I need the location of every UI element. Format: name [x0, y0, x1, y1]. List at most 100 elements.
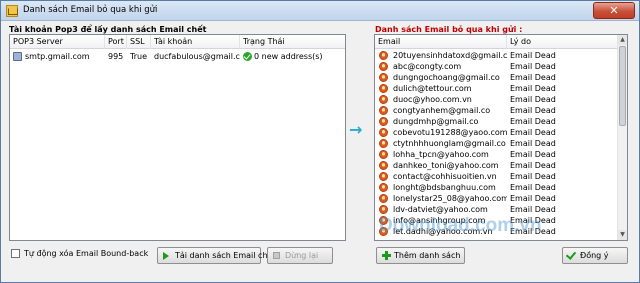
- email-list-item[interactable]: abc@congty.com Email Dead: [375, 61, 618, 72]
- email-cell: 20tuyensinhdatoxd@gmail.co: [393, 51, 507, 60]
- reason-cell: Email Dead: [510, 194, 556, 203]
- email-list-item[interactable]: lohha_tpcn@yahoo.com Email Dead: [375, 149, 618, 160]
- column-header-status[interactable]: Trạng Thái: [240, 35, 345, 49]
- reason-cell: Email Dead: [510, 183, 556, 192]
- email-list-item[interactable]: dulich@tettour.com Email Dead: [375, 83, 618, 94]
- user-dead-icon: [379, 84, 388, 93]
- user-dead-icon: [379, 172, 388, 181]
- user-dead-icon: [379, 205, 388, 214]
- email-list-item[interactable]: longht@bdsbanghuu.com Email Dead: [375, 182, 618, 193]
- server-cell: smtp.gmail.com: [25, 52, 90, 61]
- reason-cell: Email Dead: [510, 128, 556, 137]
- download-dead-emails-button[interactable]: Tải danh sách Email chết: [157, 247, 276, 264]
- column-header-reason[interactable]: Lý do: [507, 35, 619, 49]
- scroll-thumb[interactable]: [619, 46, 626, 126]
- checkmark-icon: [565, 249, 577, 260]
- email-cell: cobevotu191288@yaoo.com: [393, 128, 507, 137]
- ok-button[interactable]: Đồng ý: [562, 247, 628, 264]
- user-dead-icon: [379, 139, 388, 148]
- user-dead-icon: [379, 194, 388, 203]
- status-cell: 0 new address(s): [240, 51, 345, 62]
- column-header-account[interactable]: Tài khoản: [151, 35, 240, 49]
- reason-cell: Email Dead: [510, 161, 556, 170]
- success-check-icon: [243, 52, 252, 61]
- email-cell: dungngochoang@gmail.co: [393, 73, 500, 82]
- user-dead-icon: [379, 150, 388, 159]
- email-list-item[interactable]: dungngochoang@gmail.co Email Dead: [375, 72, 618, 83]
- email-skip-list-window: Danh sách Email bỏ qua khi gửi ✕ Tài kho…: [0, 0, 640, 283]
- auto-delete-checkbox[interactable]: [11, 249, 20, 258]
- email-cell: abc@congty.com: [393, 62, 462, 71]
- stop-icon: [273, 252, 280, 259]
- arrow-right-icon: →: [349, 120, 363, 139]
- add-button-label: Thêm danh sách: [394, 251, 461, 260]
- email-list-item[interactable]: congtyanhem@gmail.co Email Dead: [375, 105, 618, 116]
- column-header-port[interactable]: Port: [105, 35, 127, 49]
- window-title: Danh sách Email bỏ qua khi gửi: [23, 5, 158, 15]
- column-header-pop3-server[interactable]: POP3 Server: [10, 35, 105, 49]
- stop-button[interactable]: Dừng lại: [267, 247, 333, 264]
- user-dead-icon: [379, 117, 388, 126]
- port-cell: 995: [108, 52, 124, 61]
- reason-cell: Email Dead: [510, 106, 556, 115]
- column-header-ssl[interactable]: SSL: [127, 35, 151, 49]
- pop3-list-header: POP3 Server Port SSL Tài khoản Trạng Thá…: [10, 35, 345, 49]
- email-cell: longht@bdsbanghuu.com: [393, 183, 496, 192]
- plus-icon: [382, 251, 391, 260]
- email-cell: congtyanhem@gmail.co: [393, 106, 491, 115]
- email-list-item[interactable]: danhkeo_toni@yahoo.com Email Dead: [375, 160, 618, 171]
- user-dead-icon: [379, 95, 388, 104]
- email-cell: lonelystar25_08@yahoo.com: [393, 194, 507, 203]
- email-cell: contact@cohhisuoitien.vn: [393, 172, 497, 181]
- title-bar[interactable]: Danh sách Email bỏ qua khi gửi ✕: [1, 1, 639, 21]
- column-header-email[interactable]: Email: [375, 35, 507, 49]
- email-list-item[interactable]: 20tuyensinhdatoxd@gmail.co Email Dead: [375, 50, 618, 61]
- reason-cell: Email Dead: [510, 139, 556, 148]
- user-dead-icon: [379, 128, 388, 137]
- scroll-down-icon[interactable]: ▼: [618, 230, 627, 240]
- email-cell: lohha_tpcn@yahoo.com: [393, 150, 489, 159]
- ssl-cell: True: [130, 52, 147, 61]
- email-list-item[interactable]: contact@cohhisuoitien.vn Email Dead: [375, 171, 618, 182]
- reason-cell: Email Dead: [510, 62, 556, 71]
- table-row[interactable]: smtp.gmail.com 995 True ducfabulous@gmai…: [10, 51, 345, 62]
- email-list-item[interactable]: duoc@yhoo.com.vn Email Dead: [375, 94, 618, 105]
- email-cell: ctytnhhhuonglam@gmail.co: [393, 139, 506, 148]
- vertical-scrollbar[interactable]: ▲ ▼: [617, 35, 627, 240]
- user-dead-icon: [379, 73, 388, 82]
- email-list-item[interactable]: ldv-datviet@yahoo.com Email Dead: [375, 204, 618, 215]
- email-list-item[interactable]: cobevotu191288@yaoo.com Email Dead: [375, 127, 618, 138]
- email-cell: danhkeo_toni@yahoo.com: [393, 161, 499, 170]
- pop3-accounts-list[interactable]: POP3 Server Port SSL Tài khoản Trạng Thá…: [9, 34, 346, 241]
- reason-cell: Email Dead: [510, 95, 556, 104]
- skip-list-header: Email Lý do: [375, 35, 627, 49]
- watermark: Download.com.vn: [379, 215, 542, 236]
- scroll-up-icon[interactable]: ▲: [618, 35, 627, 45]
- user-dead-icon: [379, 161, 388, 170]
- user-dead-icon: [379, 106, 388, 115]
- mail-app-icon: [6, 5, 18, 17]
- email-list-item[interactable]: ctytnhhhuonglam@gmail.co Email Dead: [375, 138, 618, 149]
- auto-delete-label: Tự động xóa Email Bound-back: [24, 249, 149, 258]
- account-cell: ducfabulous@gmail.com: [154, 52, 240, 61]
- user-dead-icon: [379, 183, 388, 192]
- play-icon: [163, 252, 169, 260]
- user-dead-icon: [379, 51, 388, 60]
- skip-list-label: Danh sách Email bỏ qua khi gửi :: [375, 25, 523, 34]
- reason-cell: Email Dead: [510, 205, 556, 214]
- email-cell: duoc@yhoo.com.vn: [393, 95, 472, 104]
- email-list-item[interactable]: lonelystar25_08@yahoo.com Email Dead: [375, 193, 618, 204]
- email-list-item[interactable]: dungdmhp@gmail.co Email Dead: [375, 116, 618, 127]
- pop3-accounts-label: Tài khoản Pop3 để lấy danh sách Email ch…: [9, 25, 207, 34]
- reason-cell: Email Dead: [510, 51, 556, 60]
- stop-button-label: Dừng lại: [285, 251, 319, 260]
- reason-cell: Email Dead: [510, 117, 556, 126]
- add-list-button[interactable]: Thêm danh sách: [376, 247, 465, 264]
- close-button[interactable]: ✕: [593, 2, 635, 19]
- reason-cell: Email Dead: [510, 84, 556, 93]
- status-text: 0 new address(s): [254, 52, 323, 61]
- email-cell: dungdmhp@gmail.co: [393, 117, 479, 126]
- user-dead-icon: [379, 62, 388, 71]
- skip-email-list[interactable]: Email Lý do 20tuyensinhdatoxd@gmail.co Em…: [374, 34, 628, 241]
- download-button-label: Tải danh sách Email chết: [175, 251, 276, 260]
